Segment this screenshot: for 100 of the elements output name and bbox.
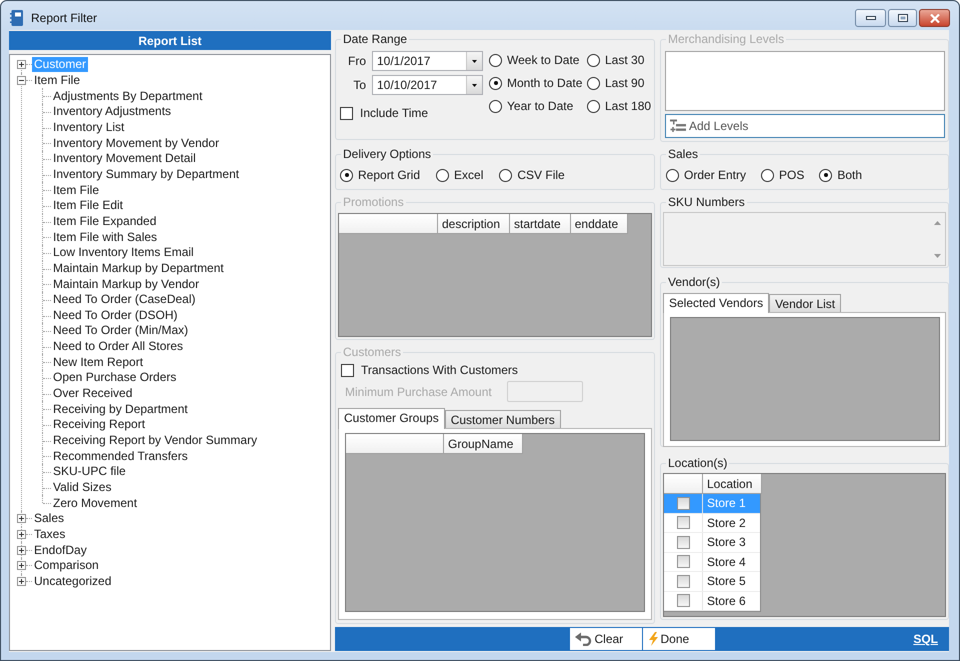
tree-item[interactable]: Need to Order All Stores bbox=[51, 339, 186, 354]
tree-item[interactable]: Zero Movement bbox=[51, 496, 140, 511]
checkbox[interactable] bbox=[676, 574, 690, 588]
tree-item[interactable]: Item File bbox=[32, 72, 82, 88]
checkbox[interactable] bbox=[676, 594, 690, 608]
radio-button[interactable] bbox=[666, 168, 679, 182]
tree-item[interactable]: Inventory List bbox=[51, 120, 126, 135]
column-header[interactable]: Location bbox=[703, 474, 762, 494]
radio-label[interactable]: Week to Date bbox=[507, 53, 580, 67]
dropdown-button[interactable] bbox=[466, 76, 482, 94]
tree-item[interactable]: Item File bbox=[51, 182, 102, 198]
location-row[interactable]: Store 6 bbox=[664, 592, 760, 611]
lightning-icon bbox=[648, 632, 658, 646]
tree-item[interactable]: Recommended Transfers bbox=[51, 448, 190, 464]
group-label: Sales bbox=[667, 147, 700, 161]
tree-item[interactable]: New Item Report bbox=[51, 354, 146, 370]
minus-box-icon[interactable] bbox=[17, 76, 26, 85]
tree-item[interactable]: Valid Sizes bbox=[51, 480, 114, 496]
radio-label[interactable]: Report Grid bbox=[358, 168, 420, 182]
minimize-button[interactable] bbox=[855, 9, 886, 27]
tree-item[interactable]: Item File Expanded bbox=[51, 214, 158, 229]
levels-list[interactable] bbox=[665, 51, 945, 111]
date-field[interactable]: 10/10/2017 bbox=[372, 75, 483, 95]
radio-label[interactable]: Both bbox=[837, 168, 862, 182]
close-button[interactable] bbox=[919, 9, 950, 27]
tree-item[interactable]: Receiving by Department bbox=[51, 402, 190, 417]
tree-item[interactable]: Need To Order (CaseDeal) bbox=[51, 292, 198, 308]
undo-icon bbox=[574, 632, 592, 646]
tree-item[interactable]: Item File Edit bbox=[51, 198, 126, 214]
group-label: Customers bbox=[342, 345, 402, 359]
tree-item[interactable]: Inventory Movement by Vendor bbox=[51, 136, 222, 151]
tree-item[interactable]: Taxes bbox=[32, 527, 68, 542]
dropdown-button[interactable] bbox=[466, 52, 482, 70]
tree-item[interactable]: SKU-UPC file bbox=[51, 464, 128, 480]
tree-item[interactable]: Inventory Adjustments bbox=[51, 104, 174, 120]
tab[interactable]: Selected Vendors bbox=[663, 293, 770, 313]
plus-box-icon[interactable] bbox=[17, 60, 26, 70]
plus-box-icon[interactable] bbox=[17, 576, 26, 586]
done-button[interactable]: Done bbox=[642, 628, 714, 650]
radio-button[interactable] bbox=[340, 168, 353, 182]
radio-label[interactable]: Month to Date bbox=[507, 76, 582, 90]
field-label: To bbox=[352, 78, 366, 92]
radio-button[interactable] bbox=[489, 100, 502, 112]
radio-label[interactable]: CSV File bbox=[517, 168, 565, 182]
plus-box-icon[interactable] bbox=[17, 561, 26, 570]
maximize-button[interactable] bbox=[888, 9, 917, 27]
plus-box-icon[interactable] bbox=[17, 514, 26, 524]
radio-button[interactable] bbox=[489, 76, 502, 90]
radio-label[interactable]: Last 180 bbox=[605, 99, 652, 113]
location-row[interactable]: Store 4 bbox=[664, 552, 760, 572]
checkbox[interactable] bbox=[676, 496, 690, 510]
tree-item[interactable]: Comparison bbox=[32, 558, 101, 574]
radio-button[interactable] bbox=[436, 168, 450, 182]
radio-button[interactable] bbox=[819, 168, 832, 182]
location-row[interactable]: Store 5 bbox=[664, 572, 760, 592]
radio-button[interactable] bbox=[587, 100, 600, 112]
location-row[interactable]: Store 3 bbox=[664, 533, 760, 552]
tree-item[interactable]: Receiving Report by Vendor Summary bbox=[51, 433, 260, 448]
location-row[interactable]: Store 2 bbox=[664, 514, 760, 533]
radio-label[interactable]: POS bbox=[779, 168, 804, 182]
tree-item[interactable]: Need To Order (Min/Max) bbox=[51, 323, 190, 338]
checkbox[interactable] bbox=[676, 536, 690, 549]
location-cell-text: Store 5 bbox=[706, 573, 747, 590]
tree-item[interactable]: EndofDay bbox=[32, 542, 89, 558]
radio-label[interactable]: Order Entry bbox=[684, 168, 746, 182]
tree-item[interactable]: Maintain Markup by Department bbox=[51, 260, 226, 276]
checkbox[interactable] bbox=[340, 106, 353, 120]
tree-item[interactable]: Inventory Movement Detail bbox=[51, 151, 198, 166]
radio-label[interactable]: Year to Date bbox=[507, 99, 574, 113]
tree-item[interactable]: Maintain Markup by Vendor bbox=[51, 276, 202, 292]
tree-item[interactable]: Receiving Report bbox=[51, 417, 148, 432]
tree-item[interactable]: Uncategorized bbox=[32, 574, 114, 589]
clear-button[interactable]: Clear bbox=[570, 628, 642, 650]
tree-item[interactable]: Sales bbox=[32, 511, 66, 526]
tree-item[interactable]: Inventory Summary by Department bbox=[51, 166, 242, 182]
group-label: Promotions bbox=[342, 195, 405, 209]
checkbox[interactable] bbox=[676, 555, 690, 568]
tree-item[interactable]: Over Received bbox=[51, 386, 134, 402]
radio-button[interactable] bbox=[499, 168, 512, 182]
tree-item[interactable]: Adjustments By Department bbox=[51, 88, 204, 104]
radio-button[interactable] bbox=[587, 54, 600, 66]
radio-button[interactable] bbox=[761, 168, 774, 182]
radio-label[interactable]: Last 30 bbox=[605, 53, 644, 67]
tab[interactable]: Vendor List bbox=[769, 294, 842, 312]
radio-label[interactable]: Excel bbox=[454, 168, 484, 182]
tree-item[interactable]: Need To Order (DSOH) bbox=[51, 308, 180, 323]
tree-item[interactable]: Item File with Sales bbox=[51, 230, 160, 245]
plus-box-icon[interactable] bbox=[17, 530, 26, 540]
checkbox[interactable] bbox=[676, 516, 690, 530]
date-field[interactable]: 10/1/2017 bbox=[372, 51, 483, 71]
group-label: SKU Numbers bbox=[667, 195, 746, 209]
checkbox-label[interactable]: Include Time bbox=[360, 106, 428, 120]
tree-item[interactable]: Open Purchase Orders bbox=[51, 370, 178, 386]
tree-item[interactable]: Low Inventory Items Email bbox=[51, 245, 196, 260]
location-cell-text: Store 2 bbox=[706, 514, 747, 532]
radio-label[interactable]: Last 90 bbox=[605, 76, 644, 90]
radio-button[interactable] bbox=[489, 54, 502, 66]
plus-box-icon[interactable] bbox=[17, 546, 26, 555]
radio-button[interactable] bbox=[587, 76, 600, 90]
sql-link[interactable]: SQL bbox=[913, 632, 938, 646]
